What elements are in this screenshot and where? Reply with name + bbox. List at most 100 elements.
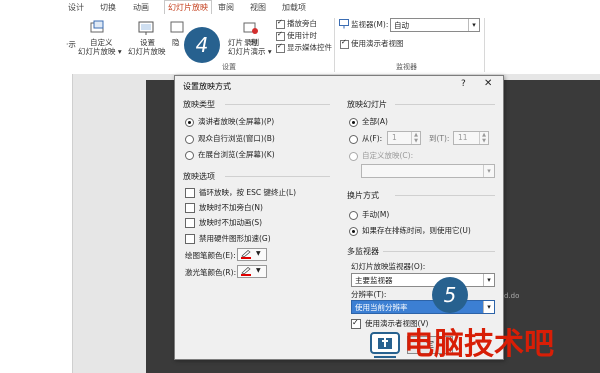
checkbox-icon	[276, 42, 285, 53]
loop-check[interactable]: 循环放映，按 ESC 键终止(L)	[185, 187, 296, 198]
chevron-down-icon: ▼	[256, 250, 261, 257]
show-options-header: 放映选项	[183, 172, 215, 181]
checkbox-icon	[185, 218, 195, 228]
hide-slide-icon[interactable]	[170, 20, 184, 36]
chevron-down-icon: ▾	[483, 274, 494, 286]
checkbox-icon	[351, 318, 361, 329]
divider	[383, 251, 495, 252]
custom-show-dropdown[interactable]: ▾	[361, 164, 495, 178]
radio-manual[interactable]: 手动(M)	[349, 209, 389, 220]
narration-check[interactable]: 播放旁白	[276, 18, 317, 29]
slide-thumbnail-pane[interactable]	[0, 74, 73, 373]
watermark-logo-icon	[370, 332, 400, 358]
chevron-down-icon: ▾	[483, 165, 494, 177]
divider	[225, 176, 330, 177]
checkbox-icon	[276, 18, 285, 29]
to-label: 到(T):	[429, 134, 450, 143]
divider	[395, 104, 495, 105]
slideshow-monitor-dropdown[interactable]: 主要监视器 ▾	[351, 273, 495, 287]
chevron-down-icon: ▼	[256, 267, 261, 274]
tab-review[interactable]: 审阅	[218, 2, 234, 13]
monitor-dropdown[interactable]: 自动 ▾	[390, 18, 480, 32]
laser-color-button[interactable]: ▼	[237, 265, 267, 278]
chevron-down-icon: ▾	[468, 19, 479, 31]
setup-show-dialog: 设置放映方式 ? ✕ 放映类型 演讲者放映(全屏幕)(P) 观众自行浏览(窗口)…	[174, 75, 504, 360]
group-label-monitors: 监视器	[396, 63, 417, 71]
checkbox-icon	[276, 30, 285, 41]
resolution-label: 分辨率(T):	[351, 290, 387, 299]
step-4-callout: 4	[184, 27, 220, 63]
monitor-label: 监视器(M):	[351, 20, 389, 29]
tab-design[interactable]: 设计	[68, 2, 84, 13]
tab-addins[interactable]: 加载项	[282, 2, 306, 13]
group-separator	[484, 18, 485, 72]
show-type-header: 放映类型	[183, 100, 215, 109]
record-icon[interactable]	[243, 20, 259, 36]
spinner-arrows-icon: ▲ ▼	[479, 132, 488, 144]
from-spinner[interactable]: 1 ▲ ▼	[387, 131, 421, 145]
radio-custom-show[interactable]: 自定义放映(C):	[349, 150, 413, 161]
group-separator	[334, 18, 335, 72]
help-button[interactable]: ?	[461, 79, 466, 89]
radio-kiosk[interactable]: 在展台浏览(全屏幕)(K)	[185, 149, 275, 160]
checkbox-icon	[340, 38, 349, 49]
close-button[interactable]: ✕	[484, 78, 492, 89]
no-narration-check[interactable]: 放映时不加旁白(N)	[185, 202, 263, 213]
to-spinner[interactable]: 11 ▲ ▼	[453, 131, 489, 145]
watermark-text: 电脑技术吧	[404, 327, 554, 362]
slideshow-monitor-label: 幻灯片放映监视器(O):	[351, 262, 426, 271]
setup-show-label-2[interactable]: 幻灯片放映	[128, 47, 166, 56]
laser-color-label: 激光笔颜色(R):	[185, 268, 237, 277]
disable-hw-accel-check[interactable]: 禁用硬件图形加速(G)	[185, 233, 271, 244]
radio-from[interactable]: 从(F):	[349, 133, 382, 144]
radio-selected-icon	[349, 117, 358, 127]
show-slides-header: 放映幻灯片	[347, 100, 387, 109]
no-animation-check[interactable]: 放映时不加动画(S)	[185, 217, 262, 228]
radio-all-slides[interactable]: 全部(A)	[349, 116, 388, 127]
laser-pen-icon	[241, 267, 251, 274]
advance-header: 换片方式	[347, 191, 379, 200]
ribbon-presenter-view-check[interactable]: 使用演示者视图	[340, 38, 404, 49]
hide-slide-label[interactable]: 隐	[172, 38, 180, 47]
record-label-1[interactable]: 录制	[244, 38, 259, 47]
spinner-arrows-icon: ▲ ▼	[411, 132, 420, 144]
tab-view[interactable]: 视图	[250, 2, 266, 13]
tab-transitions[interactable]: 切换	[100, 2, 116, 13]
slide-side-text: d.do	[504, 292, 520, 300]
media-controls-check[interactable]: 显示媒体控件	[276, 42, 332, 53]
resolution-dropdown[interactable]: 使用当前分辨率 ▾	[351, 300, 495, 314]
custom-show-label-1[interactable]: 自定义	[90, 38, 113, 47]
checkbox-icon	[185, 234, 195, 244]
custom-show-label-2[interactable]: 幻灯片放映 ▾	[78, 47, 122, 56]
record-label-2[interactable]: 幻灯片演示 ▾	[228, 47, 272, 56]
divider	[225, 104, 330, 105]
ribbon: ·示 自定义 幻灯片放映 ▾ 设置 幻灯片放映 隐 灯片 · 时 录制 幻灯片演…	[0, 14, 600, 75]
chevron-down-icon: ▾	[483, 301, 494, 313]
monitor-icon	[339, 19, 349, 29]
custom-show-icon[interactable]	[90, 20, 106, 36]
dialog-title: 设置放映方式	[183, 82, 231, 91]
use-timings-check[interactable]: 使用计时	[276, 30, 317, 41]
radio-icon	[185, 150, 194, 160]
multi-monitor-header: 多监视器	[347, 247, 379, 256]
group-label-setup: 设置	[222, 63, 236, 71]
radio-icon	[185, 134, 194, 144]
pen-color-label: 绘图笔颜色(E):	[185, 251, 236, 260]
pen-color-button[interactable]: ▼	[237, 248, 267, 261]
ribbon-tabs: 设计 切换 动画 幻灯片放映 审阅 视图 加载项	[0, 0, 600, 14]
checkbox-icon	[185, 188, 195, 198]
radio-use-timings[interactable]: 如果存在排练时间，则使用它(U)	[349, 225, 471, 236]
radio-selected-icon	[349, 226, 358, 236]
setup-show-icon[interactable]	[138, 20, 154, 36]
tab-slideshow[interactable]: 幻灯片放映	[164, 0, 212, 14]
radio-selected-icon	[185, 117, 194, 127]
radio-icon	[349, 151, 358, 161]
radio-window[interactable]: 观众自行浏览(窗口)(B)	[185, 133, 275, 144]
laser-color-swatch	[241, 274, 251, 276]
tab-animations[interactable]: 动画	[133, 2, 149, 13]
radio-presenter[interactable]: 演讲者放映(全屏幕)(P)	[185, 116, 274, 127]
step-5-callout: 5	[432, 277, 468, 313]
setup-show-label-1[interactable]: 设置	[140, 38, 155, 47]
radio-icon	[349, 210, 358, 220]
divider	[395, 195, 495, 196]
